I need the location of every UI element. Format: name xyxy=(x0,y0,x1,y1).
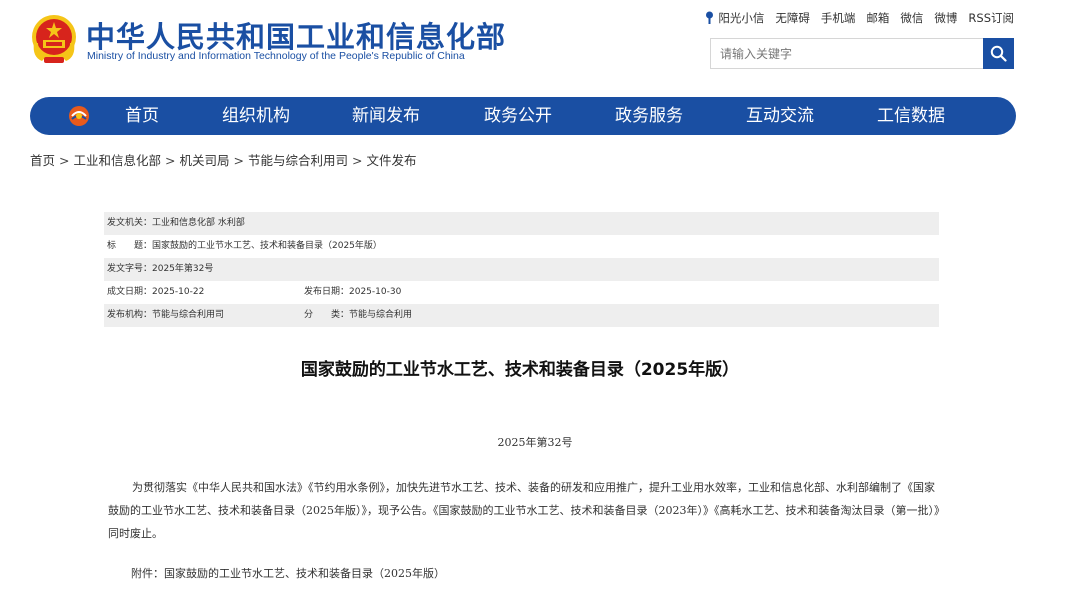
document-meta-table: 发文机关：工业和信息化部 水利部 标 题：国家鼓励的工业节水工艺、技术和装备目录… xyxy=(104,212,939,327)
site-header: 中华人民共和国工业和信息化部 Ministry of Industry and … xyxy=(0,0,1080,95)
breadcrumb-departments[interactable]: 机关司局 xyxy=(180,153,230,168)
breadcrumb-separator: > xyxy=(233,153,244,168)
breadcrumb-documents[interactable]: 文件发布 xyxy=(367,153,417,168)
document-body: 为贯彻落实《中华人民共和国水法》《节约用水条例》，加快先进节水工艺、技术、装备的… xyxy=(108,476,942,545)
nav-item-interaction[interactable]: 互动交流 xyxy=(746,97,814,135)
top-links: 阳光小信 无障碍 手机端 邮箱 微信 微博 RSS订阅 xyxy=(705,10,1014,26)
meta-row-org: 发布机构：节能与综合利用司 分 类：节能与综合利用 xyxy=(104,304,939,327)
breadcrumb-energy-dept[interactable]: 节能与综合利用司 xyxy=(248,153,348,168)
search-box xyxy=(710,38,1014,69)
search-icon xyxy=(990,45,1007,62)
top-link-email[interactable]: 邮箱 xyxy=(866,10,889,26)
top-link-weibo[interactable]: 微博 xyxy=(934,10,957,26)
main-nav: 首页 组织机构 新闻发布 政务公开 政务服务 互动交流 工信数据 xyxy=(30,97,1016,135)
nav-item-home[interactable]: 首页 xyxy=(125,97,159,135)
meta-created-date: 成文日期：2025-10-22 xyxy=(107,287,205,297)
breadcrumb-separator: > xyxy=(352,153,363,168)
national-emblem-icon[interactable] xyxy=(30,13,78,65)
nav-item-services[interactable]: 政务服务 xyxy=(615,97,683,135)
search-input[interactable] xyxy=(711,39,983,68)
meta-doc-number: 发文字号：2025年第32号 xyxy=(107,264,214,274)
top-link-wechat[interactable]: 微信 xyxy=(900,10,923,26)
breadcrumb-separator: > xyxy=(165,153,176,168)
top-link-accessibility[interactable]: 无障碍 xyxy=(775,10,810,26)
meta-row-issuer: 发文机关：工业和信息化部 水利部 xyxy=(104,212,939,235)
meta-row-dates: 成文日期：2025-10-22 发布日期：2025-10-30 xyxy=(104,281,939,304)
search-button[interactable] xyxy=(983,38,1014,69)
meta-issuer: 发文机关：工业和信息化部 水利部 xyxy=(107,218,245,228)
breadcrumb-home[interactable]: 首页 xyxy=(30,153,55,168)
breadcrumb: 首页 > 工业和信息化部 > 机关司局 > 节能与综合利用司 > 文件发布 xyxy=(30,150,417,169)
document-attachment-link[interactable]: 附件：国家鼓励的工业节水工艺、技术和装备目录（2025年版） xyxy=(131,565,445,581)
nav-item-organization[interactable]: 组织机构 xyxy=(222,97,290,135)
nav-item-public-affairs[interactable]: 政务公开 xyxy=(484,97,552,135)
meta-title: 标 题：国家鼓励的工业节水工艺、技术和装备目录（2025年版） xyxy=(107,241,382,251)
nav-item-news[interactable]: 新闻发布 xyxy=(352,97,420,135)
top-link-rss[interactable]: RSS订阅 xyxy=(968,10,1014,26)
breadcrumb-ministry[interactable]: 工业和信息化部 xyxy=(74,153,162,168)
meta-category: 分 类：节能与综合利用 xyxy=(304,310,413,320)
top-link-mobile[interactable]: 手机端 xyxy=(821,10,856,26)
meta-published-date: 发布日期：2025-10-30 xyxy=(304,287,402,297)
breadcrumb-separator: > xyxy=(59,153,70,168)
miit-logo-icon[interactable] xyxy=(67,104,91,128)
top-link-sunshine[interactable]: 阳光小信 xyxy=(705,10,764,26)
meta-row-title: 标 题：国家鼓励的工业节水工艺、技术和装备目录（2025年版） xyxy=(104,235,939,258)
meta-row-doc-no: 发文字号：2025年第32号 xyxy=(104,258,939,281)
nav-item-data[interactable]: 工信数据 xyxy=(877,97,945,135)
meta-org: 发布机构：节能与综合利用司 xyxy=(107,310,225,320)
document-title: 国家鼓励的工业节水工艺、技术和装备目录（2025年版） xyxy=(300,360,740,380)
sunshine-icon xyxy=(706,11,714,24)
document-number: 2025年第32号 xyxy=(497,436,573,449)
document-paragraph: 为贯彻落实《中华人民共和国水法》《节约用水条例》，加快先进节水工艺、技术、装备的… xyxy=(108,481,940,540)
top-link-label: 阳光小信 xyxy=(718,11,765,25)
site-subtitle: Ministry of Industry and Information Tec… xyxy=(87,50,465,62)
